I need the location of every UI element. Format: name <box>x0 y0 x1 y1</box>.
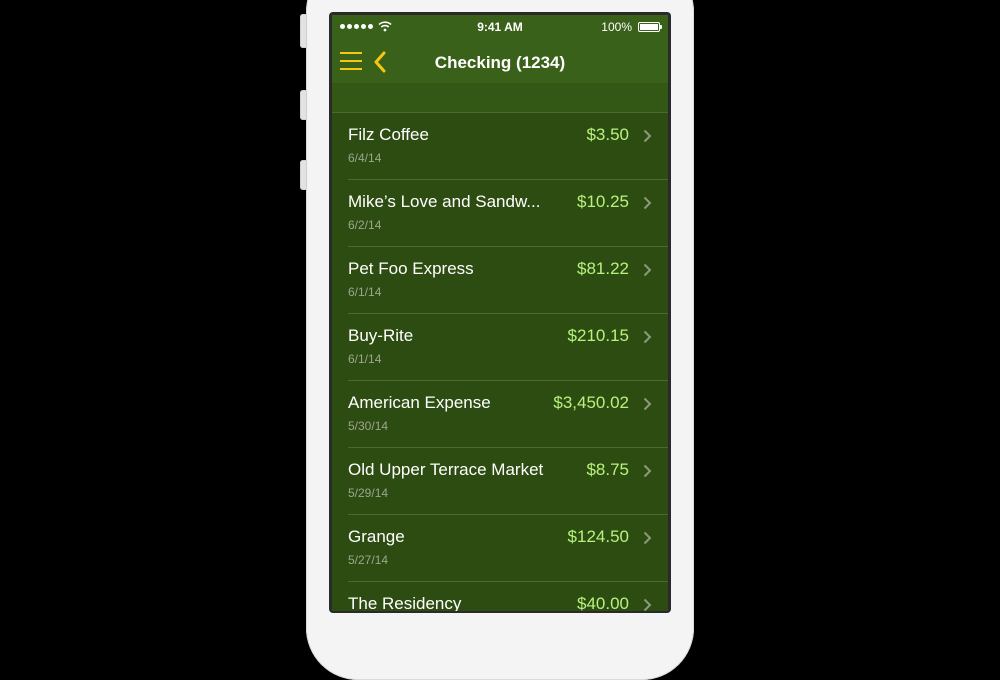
transaction-amount: $124.50 <box>567 527 629 546</box>
transaction-amount: $3,450.02 <box>553 393 629 412</box>
transaction-row[interactable]: Buy-Rite 6/1/14 $210.15 <box>332 314 668 381</box>
volume-up-button <box>300 90 307 120</box>
transaction-name: Mike’s Love and Sandw... <box>348 192 541 211</box>
battery-percent: 100% <box>601 20 632 34</box>
battery-icon <box>638 22 662 32</box>
chevron-left-icon[interactable] <box>372 51 388 73</box>
transaction-row[interactable]: Filz Coffee 6/4/14 $3.50 <box>332 113 668 180</box>
transaction-amount: $8.75 <box>586 460 629 479</box>
transaction-row[interactable]: Grange 5/27/14 $124.50 <box>332 515 668 582</box>
transaction-name: Pet Foo Express <box>348 259 474 278</box>
transaction-name: Buy-Rite <box>348 326 414 345</box>
transaction-name: Old Upper Terrace Market <box>348 460 544 479</box>
transaction-amount: $3.50 <box>586 125 629 144</box>
transaction-date: 5/27/14 <box>348 553 389 567</box>
transaction-list: Filz Coffee 6/4/14 $3.50 Mike’s Love and… <box>332 113 668 611</box>
mute-switch <box>300 14 307 48</box>
transaction-row[interactable]: American Expense 5/30/14 $3,450.02 <box>332 381 668 448</box>
transaction-date: 6/2/14 <box>348 218 382 232</box>
transaction-name: American Expense <box>348 393 491 412</box>
transaction-date: 5/29/14 <box>348 486 389 500</box>
transaction-date: 6/1/14 <box>348 285 382 299</box>
chevron-right-icon <box>643 531 652 545</box>
list-section-header <box>332 83 668 113</box>
status-bar: 9:41 AM 100% <box>332 15 668 41</box>
app-screen: 9:41 AM 100% Checking (1234) Filz Coffee… <box>332 15 668 611</box>
transaction-row[interactable]: Old Upper Terrace Market 5/29/14 $8.75 <box>332 448 668 515</box>
transaction-name: The Residency <box>348 594 462 611</box>
chevron-right-icon <box>643 263 652 277</box>
transaction-amount: $210.15 <box>567 326 629 345</box>
menu-icon[interactable] <box>340 51 362 71</box>
chevron-right-icon <box>643 464 652 478</box>
transaction-amount: $81.22 <box>577 259 629 278</box>
navigation-bar: Checking (1234) <box>332 41 668 83</box>
transaction-row[interactable]: The Residency $40.00 <box>332 582 668 611</box>
transaction-row[interactable]: Mike’s Love and Sandw... 6/2/14 $10.25 <box>332 180 668 247</box>
transaction-name: Grange <box>348 527 405 546</box>
transaction-date: 6/4/14 <box>348 151 382 165</box>
transaction-date: 6/1/14 <box>348 352 382 366</box>
chevron-right-icon <box>643 196 652 210</box>
chevron-right-icon <box>643 330 652 344</box>
transaction-amount: $40.00 <box>577 594 629 611</box>
page-title: Checking (1234) <box>434 53 566 72</box>
chevron-right-icon <box>643 598 652 611</box>
volume-down-button <box>300 160 307 190</box>
transaction-amount: $10.25 <box>577 192 629 211</box>
transaction-row[interactable]: Pet Foo Express 6/1/14 $81.22 <box>332 247 668 314</box>
chevron-right-icon <box>643 129 652 143</box>
transaction-date: 5/30/14 <box>348 419 389 433</box>
chevron-right-icon <box>643 397 652 411</box>
transaction-name: Filz Coffee <box>348 125 429 144</box>
